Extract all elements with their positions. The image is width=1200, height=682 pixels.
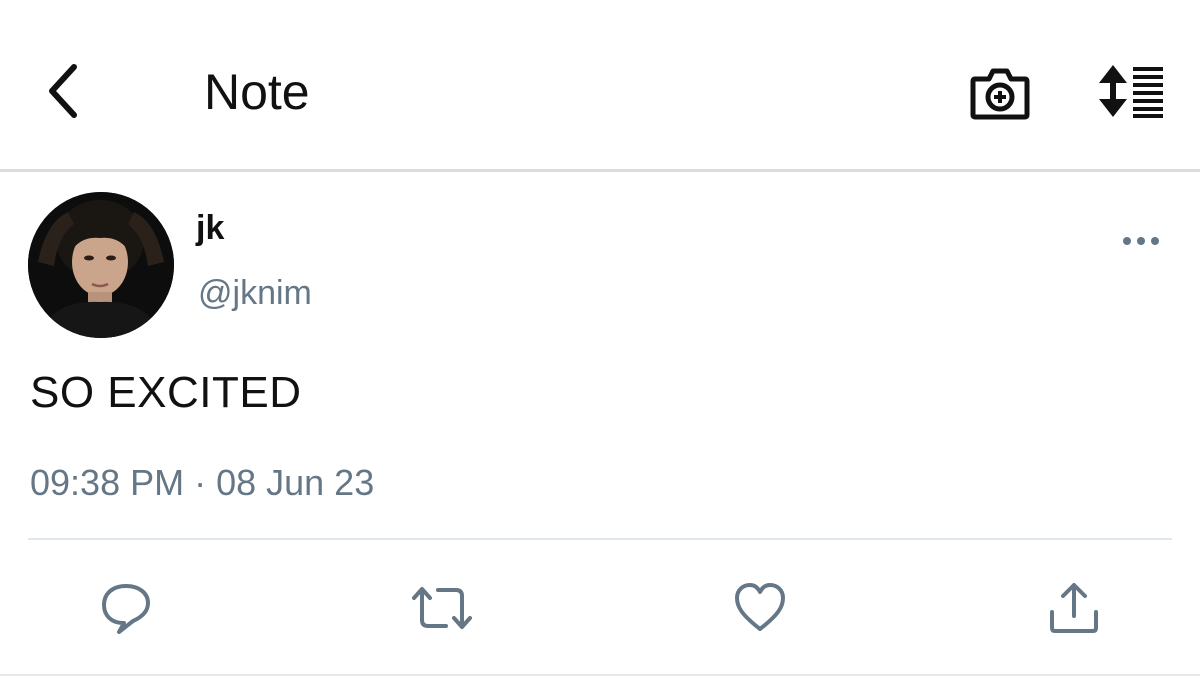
heart-icon [735, 583, 785, 631]
post-timestamp: 09:38 PM · 08 Jun 23 [30, 462, 375, 503]
note-screen: Note jk @jknim SO EXCITED 09:38 PM · 08 … [0, 0, 1200, 682]
sort-list-icon [1099, 65, 1163, 118]
more-horizontal-icon [1123, 237, 1159, 245]
display-name[interactable]: jk [196, 208, 224, 248]
avatar-image [28, 192, 174, 338]
retweet-button[interactable] [410, 576, 474, 640]
top-bar: Note [0, 0, 1200, 170]
reply-icon [102, 584, 150, 634]
reply-button[interactable] [94, 576, 158, 640]
avatar[interactable] [28, 192, 174, 338]
camera-button[interactable] [962, 62, 1038, 124]
username[interactable]: @jknim [198, 272, 312, 314]
share-icon [1050, 583, 1098, 633]
chevron-left-icon [49, 64, 77, 118]
back-button[interactable] [34, 56, 94, 126]
share-button[interactable] [1042, 576, 1106, 640]
retweet-icon [412, 587, 472, 629]
header-divider [0, 169, 1200, 172]
like-button[interactable] [728, 576, 792, 640]
more-options-button[interactable] [1116, 226, 1166, 256]
page-title: Note [204, 64, 310, 120]
camera-plus-icon [970, 68, 1030, 120]
content-divider [28, 538, 1172, 540]
sort-button[interactable] [1092, 60, 1172, 122]
post-text: SO EXCITED [30, 368, 302, 417]
bottom-divider [0, 674, 1200, 676]
